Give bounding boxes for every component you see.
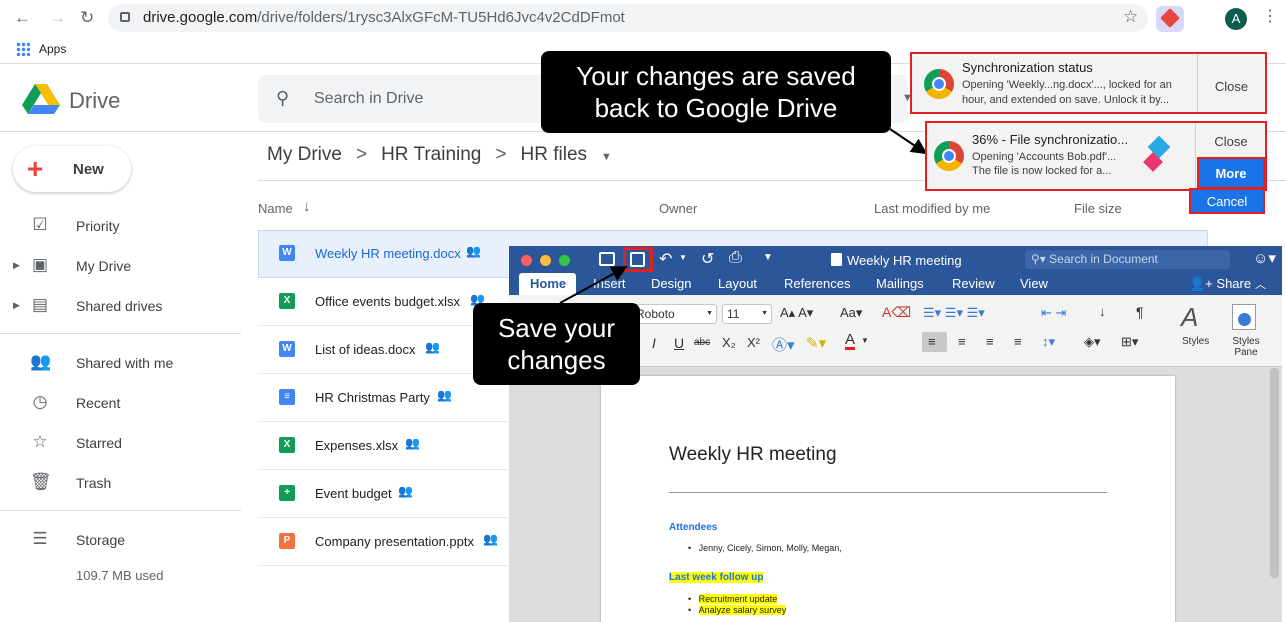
close-button[interactable]: Close (1197, 134, 1265, 149)
callout-saved-to-drive: Your changes are saved back to Google Dr… (541, 51, 891, 133)
cancel-button-label[interactable]: Cancel (1189, 194, 1265, 209)
callout-save-changes: Save your changes (473, 303, 640, 385)
notification-text: Opening 'Accounts Bob.pdf'... (972, 151, 1117, 163)
arrow-to-save (559, 266, 628, 304)
chrome-icon (934, 141, 964, 171)
notification-text: The file is now locked for a... (972, 165, 1112, 177)
sync-status-notification: Synchronization status Opening 'Weekly..… (910, 52, 1267, 114)
notification-title: Synchronization status (962, 60, 1093, 75)
close-button[interactable]: Close (1198, 79, 1265, 94)
notification-text: hour, and extended on save. Unlock it by… (962, 94, 1170, 106)
notification-text: Opening 'Weekly...ng.docx'..., locked fo… (962, 79, 1172, 91)
arrow-to-notification (889, 128, 928, 155)
more-button-label[interactable]: More (1197, 166, 1265, 181)
sync-extension-icon (1143, 135, 1181, 173)
chrome-icon (924, 69, 954, 99)
notification-divider (1195, 123, 1196, 189)
notification-title: 36% - File synchronizatio... (972, 132, 1129, 147)
